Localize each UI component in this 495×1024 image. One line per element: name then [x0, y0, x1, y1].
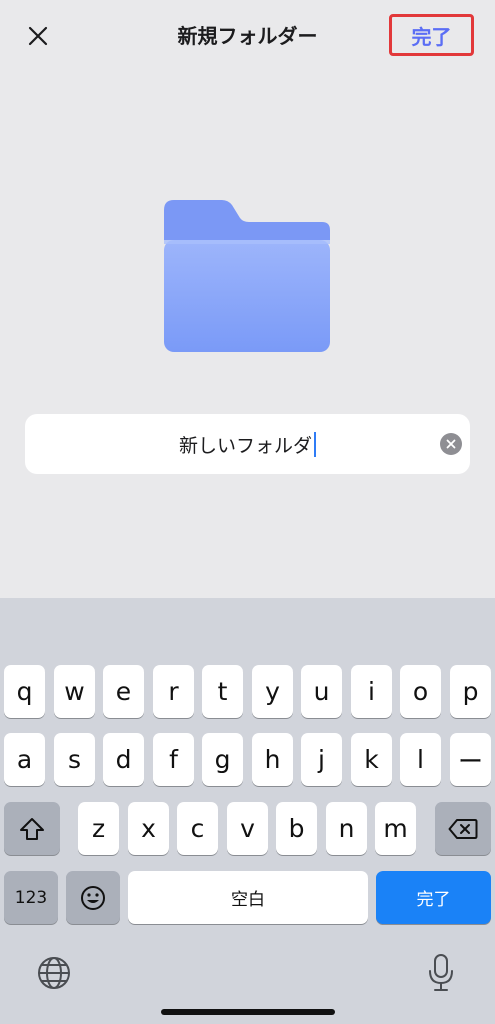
- key-t[interactable]: t: [202, 665, 243, 718]
- key-a[interactable]: a: [4, 733, 45, 786]
- shift-key[interactable]: [4, 802, 60, 855]
- key-y[interactable]: y: [252, 665, 293, 718]
- key-u[interactable]: u: [301, 665, 342, 718]
- microphone-icon: [429, 954, 453, 991]
- globe-button[interactable]: [36, 955, 72, 991]
- key-f[interactable]: f: [153, 733, 194, 786]
- folder-name-field[interactable]: 新しいフォルダ: [25, 414, 470, 474]
- shift-icon: [20, 817, 44, 840]
- dictation-button[interactable]: [425, 953, 457, 993]
- key-h[interactable]: h: [252, 733, 293, 786]
- key-s[interactable]: s: [54, 733, 95, 786]
- delete-icon: [448, 818, 478, 839]
- key-j[interactable]: j: [301, 733, 342, 786]
- key-x[interactable]: x: [128, 802, 169, 855]
- key-g[interactable]: g: [202, 733, 243, 786]
- globe-icon: [38, 957, 70, 989]
- folder-name-value: 新しいフォルダ: [178, 434, 312, 457]
- key-q[interactable]: q: [4, 665, 45, 718]
- done-button[interactable]: 完了: [389, 14, 474, 56]
- key-i[interactable]: i: [351, 665, 392, 718]
- space-key[interactable]: 空白: [128, 871, 368, 924]
- folder-icon: [164, 200, 330, 352]
- key-l[interactable]: l: [400, 733, 441, 786]
- delete-key[interactable]: [435, 802, 491, 855]
- text-caret: [314, 431, 316, 457]
- key-k[interactable]: k: [351, 733, 392, 786]
- key-v[interactable]: v: [227, 802, 268, 855]
- key-c[interactable]: c: [177, 802, 218, 855]
- key-d[interactable]: d: [103, 733, 144, 786]
- emoji-icon: [81, 885, 105, 910]
- key-b[interactable]: b: [276, 802, 317, 855]
- home-indicator: [161, 1009, 335, 1015]
- key-w[interactable]: w: [54, 665, 95, 718]
- emoji-key[interactable]: [66, 871, 120, 924]
- key-z[interactable]: z: [78, 802, 119, 855]
- clear-icon: [446, 439, 456, 449]
- key-p[interactable]: p: [450, 665, 491, 718]
- key-n[interactable]: n: [326, 802, 367, 855]
- key-e[interactable]: e: [103, 665, 144, 718]
- key-m[interactable]: m: [375, 802, 416, 855]
- key-o[interactable]: o: [400, 665, 441, 718]
- clear-text-button[interactable]: [440, 433, 462, 455]
- numbers-key[interactable]: 123: [4, 871, 58, 924]
- key-r[interactable]: r: [153, 665, 194, 718]
- key-long-vowel[interactable]: ー: [450, 733, 491, 786]
- return-key[interactable]: 完了: [376, 871, 491, 924]
